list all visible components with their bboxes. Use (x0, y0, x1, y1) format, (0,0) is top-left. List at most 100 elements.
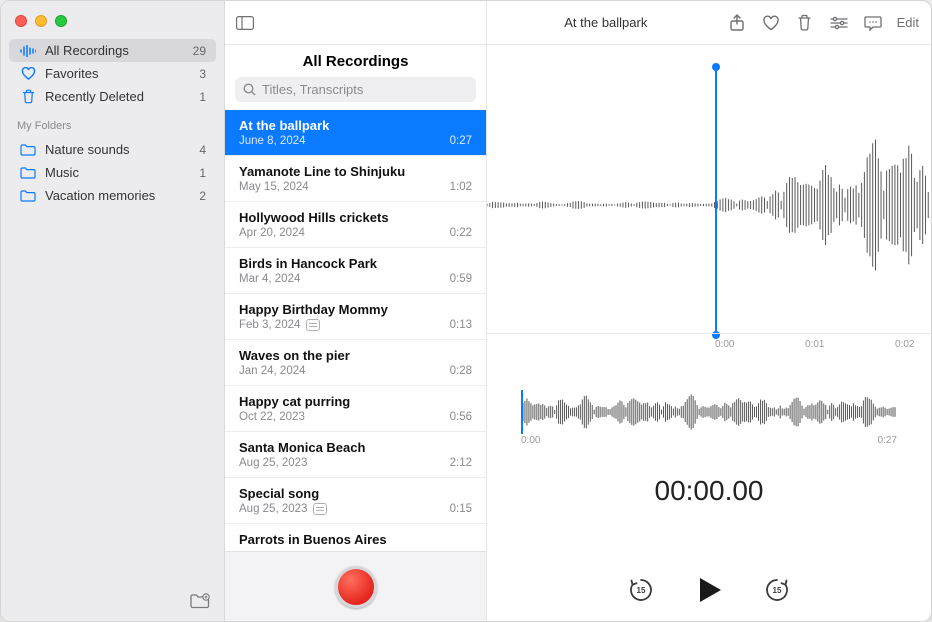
recording-title: At the ballpark (499, 15, 713, 30)
recording-item-duration: 0:56 (450, 411, 472, 423)
recording-item-duration: 2:12 (450, 457, 472, 469)
sidebar-item-all-recordings[interactable]: All Recordings 29 (9, 39, 216, 62)
recording-item[interactable]: Hollywood Hills crickets Apr 20, 2024 0:22 (225, 202, 486, 248)
recordings-list: At the ballparkJune 8, 20240:27Yamanote … (225, 110, 486, 551)
recording-item-title: Hollywood Hills crickets (239, 210, 472, 225)
sidebar-item-label: Favorites (45, 66, 98, 81)
sidebar-item-count: 1 (199, 166, 206, 180)
sidebar-item-favorites[interactable]: Favorites 3 (9, 62, 216, 85)
sidebar-folders-header: My Folders (1, 110, 224, 136)
folder-icon (19, 190, 37, 202)
playback-controls: 15 15 (487, 577, 931, 603)
transcript-button[interactable] (863, 13, 883, 33)
recording-item[interactable]: Happy cat purring Oct 22, 2023 0:56 (225, 386, 486, 432)
recording-item-duration: 0:22 (450, 227, 472, 239)
recording-item-date: Oct 22, 2023 (239, 411, 305, 423)
search-input[interactable] (262, 82, 468, 97)
overview-end-label: 0:27 (878, 435, 897, 446)
recording-item-duration: 0:13 (450, 319, 472, 331)
record-bar (225, 551, 486, 621)
sidebar-smart-list: All Recordings 29 Favorites 3 Recently Delet… (1, 37, 224, 110)
recordings-list-title: All Recordings (225, 45, 486, 73)
recording-item[interactable]: Birds in Hancock Park Mar 4, 2024 0:59 (225, 248, 486, 294)
recording-item[interactable]: Yamanote Line to Shinjuku May 15, 2024 1:0… (225, 156, 486, 202)
search-icon (243, 83, 256, 96)
fullscreen-window-button[interactable] (55, 15, 67, 27)
recording-item-date: Jan 24, 2024 (239, 365, 306, 377)
recording-item-title: Happy Birthday Mommy (239, 302, 472, 317)
skip-back-button[interactable]: 15 (628, 577, 654, 603)
app-window: All Recordings 29 Favorites 3 Recently Delet… (0, 0, 932, 622)
recording-item[interactable]: Happy Birthday Mommy Feb 3, 2024 0:13 (225, 294, 486, 340)
recording-item[interactable]: Santa Monica Beach Aug 25, 2023 2:12 (225, 432, 486, 478)
options-button[interactable] (829, 13, 849, 33)
folder-icon (19, 144, 37, 156)
recording-item[interactable]: Waves on the pier Jan 24, 2024 0:28 (225, 340, 486, 386)
waveform-timeline: 0:00 0:01 0:02 (487, 333, 931, 334)
recording-item[interactable]: Special song Aug 25, 2023 0:15 (225, 478, 486, 524)
new-folder-button[interactable] (190, 591, 210, 611)
recording-item[interactable]: At the ballparkJune 8, 20240:27 (225, 110, 486, 156)
recording-item-date: Mar 4, 2024 (239, 273, 300, 285)
recording-item-date: Aug 25, 2023 (239, 503, 307, 515)
folder-icon (19, 167, 37, 179)
recording-item-date: May 15, 2024 (239, 181, 309, 193)
recording-item-date: June 8, 2024 (239, 135, 306, 147)
waveform-overview[interactable] (521, 393, 897, 431)
share-button[interactable] (727, 13, 747, 33)
sidebar-folder-list: Nature sounds4 Music 1 Vacation memories 2 (1, 136, 224, 209)
waveform-section: 0:00 0:01 0:02 0:00 0:27 00:00.00 15 (487, 45, 931, 621)
sidebar-item-recently-deleted[interactable]: Recently Deleted 1 (9, 85, 216, 108)
recording-item-duration: 1:02 (450, 181, 472, 193)
close-window-button[interactable] (15, 15, 27, 27)
sidebar-folder-music[interactable]: Music 1 (9, 161, 216, 184)
sidebar-item-label: Recently Deleted (45, 89, 144, 104)
delete-button[interactable] (795, 13, 815, 33)
recording-item-title: Waves on the pier (239, 348, 472, 363)
toggle-sidebar-button[interactable] (235, 13, 255, 33)
time-display: 00:00.00 (487, 475, 931, 507)
edit-button[interactable]: Edit (897, 13, 919, 33)
sidebar-item-label: Vacation memories (45, 188, 155, 203)
detail-panel: At the ballpark Edit 0:00 0:01 0:02 (487, 1, 931, 621)
window-controls (1, 1, 224, 37)
recording-item-title: Santa Monica Beach (239, 440, 472, 455)
trim-start-handle-top[interactable] (712, 63, 720, 71)
recording-item-duration: 0:28 (450, 365, 472, 377)
recording-item-title: Yamanote Line to Shinjuku (239, 164, 472, 179)
search-field[interactable] (235, 77, 476, 102)
recording-item-title: Special song (239, 486, 472, 501)
transcript-icon (306, 319, 320, 331)
overview-playhead[interactable] (521, 390, 523, 434)
sidebar-item-count: 2 (199, 189, 206, 203)
recording-item-duration: 0:15 (450, 503, 472, 515)
waveform-main[interactable] (487, 105, 931, 305)
recording-item-date: Apr 20, 2024 (239, 227, 305, 239)
transcript-icon (313, 503, 327, 515)
sidebar-item-count: 29 (193, 44, 206, 58)
play-button[interactable] (694, 580, 724, 600)
sidebar-item-count: 3 (199, 67, 206, 81)
sidebar-folder-nature-sounds[interactable]: Nature sounds4 (9, 138, 216, 161)
recording-item-duration: 0:59 (450, 273, 472, 285)
recording-item[interactable]: Parrots in Buenos Aires (225, 524, 486, 551)
recording-item-title: Parrots in Buenos Aires (239, 532, 472, 547)
trash-icon (19, 89, 37, 104)
record-button[interactable] (335, 566, 377, 608)
favorite-button[interactable] (761, 13, 781, 33)
timeline-tick: 0:02 (895, 339, 914, 350)
sidebar-item-label: Music (45, 165, 79, 180)
recording-item-title: Birds in Hancock Park (239, 256, 472, 271)
sidebar-item-label: Nature sounds (45, 142, 130, 157)
sidebar-item-label: All Recordings (45, 43, 129, 58)
skip-forward-button[interactable]: 15 (764, 577, 790, 603)
recording-item-title: Happy cat purring (239, 394, 472, 409)
heart-icon (19, 67, 37, 80)
recordings-column: All Recordings At the ballparkJune 8, 20… (225, 1, 487, 621)
sidebar-folder-vacation-memories[interactable]: Vacation memories 2 (9, 184, 216, 207)
overview-start-label: 0:00 (521, 435, 540, 446)
recording-item-date: Aug 25, 2023 (239, 457, 307, 469)
recording-item-date: Feb 3, 2024 (239, 319, 300, 331)
minimize-window-button[interactable] (35, 15, 47, 27)
sidebar-item-count: 1 (199, 90, 206, 104)
